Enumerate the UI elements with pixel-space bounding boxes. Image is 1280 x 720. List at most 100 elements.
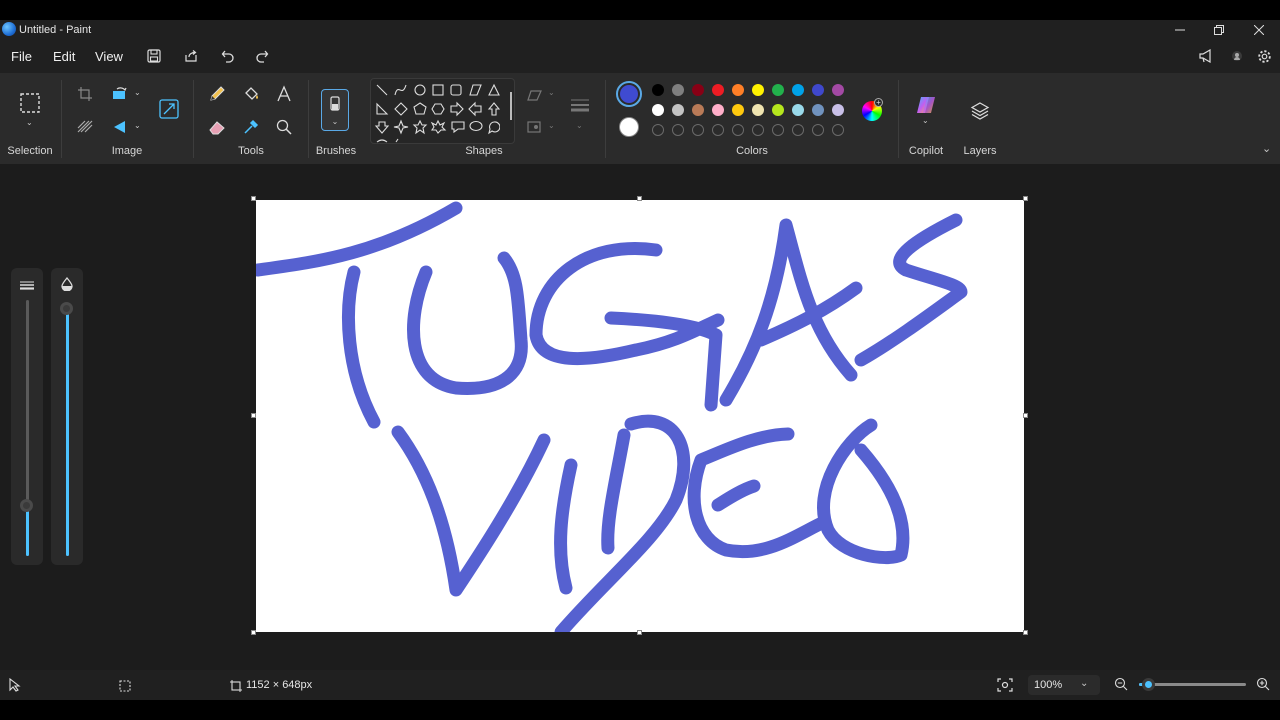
custom-color-slot[interactable] <box>712 124 724 136</box>
restore-button[interactable] <box>1199 20 1239 40</box>
selection-chevron-down-icon[interactable]: ⌄ <box>26 118 33 127</box>
resize-handle-bottom[interactable] <box>637 630 642 635</box>
copilot-icon[interactable] <box>912 92 940 118</box>
zoom-out-icon[interactable] <box>1114 677 1128 696</box>
line-width-icon[interactable] <box>566 92 594 118</box>
menu-file[interactable]: File <box>11 49 32 64</box>
fit-to-window-icon[interactable] <box>997 677 1013 698</box>
close-button[interactable] <box>1239 20 1279 40</box>
custom-color-slot[interactable] <box>752 124 764 136</box>
edit-colors-button[interactable]: + <box>862 98 883 121</box>
custom-color-slot[interactable] <box>812 124 824 136</box>
feedback-icon[interactable] <box>1196 46 1218 66</box>
copilot-chevron-down-icon[interactable]: ⌄ <box>922 116 929 125</box>
shape-outline-icon[interactable] <box>521 82 549 108</box>
outline-chevron-down-icon[interactable]: ⌄ <box>548 88 555 97</box>
zoom-in-icon[interactable] <box>1256 677 1270 696</box>
menu-view[interactable]: View <box>95 49 123 64</box>
palette-color-swatch[interactable] <box>812 104 824 116</box>
color-picker-icon[interactable] <box>237 114 265 140</box>
palette-color-swatch[interactable] <box>752 84 764 96</box>
brushes-button[interactable]: ⌄ <box>321 89 349 131</box>
share-icon[interactable] <box>180 46 202 66</box>
palette-color-swatch[interactable] <box>732 84 744 96</box>
brush-size-thumb[interactable] <box>20 498 33 512</box>
collapse-ribbon-chevron-icon[interactable]: ⌄ <box>1262 142 1271 155</box>
resize-handle-top-left[interactable] <box>251 196 256 201</box>
undo-icon[interactable] <box>217 46 239 66</box>
minimize-button[interactable] <box>1160 20 1200 40</box>
custom-color-slot[interactable] <box>732 124 744 136</box>
opacity-thumb[interactable] <box>60 302 73 315</box>
palette-color-swatch[interactable] <box>652 104 664 116</box>
palette-color-swatch[interactable] <box>832 104 844 116</box>
palette-color-swatch[interactable] <box>772 84 784 96</box>
secondary-color-swatch[interactable] <box>619 117 639 137</box>
window-title: Untitled - Paint <box>19 24 92 36</box>
palette-color-swatch[interactable] <box>792 84 804 96</box>
line-width-chevron-down-icon[interactable]: ⌄ <box>576 121 583 130</box>
resize-handle-top[interactable] <box>637 196 642 201</box>
palette-color-swatch[interactable] <box>672 84 684 96</box>
stroke-o <box>817 418 910 564</box>
rotate-chevron-down-icon[interactable]: ⌄ <box>134 88 141 97</box>
resize-handle-left[interactable] <box>251 413 256 418</box>
palette-color-swatch[interactable] <box>692 104 704 116</box>
magnifier-icon[interactable] <box>270 114 298 140</box>
account-icon[interactable] <box>1226 46 1248 66</box>
drawing-canvas[interactable] <box>256 200 1024 632</box>
palette-color-swatch[interactable] <box>692 84 704 96</box>
copilot-group-label: Copilot <box>908 145 944 157</box>
zoom-slider-track[interactable] <box>1139 683 1246 686</box>
save-icon[interactable] <box>143 46 165 66</box>
zoom-chevron-down-icon[interactable]: ⌄ <box>1080 678 1088 689</box>
custom-color-slot[interactable] <box>832 124 844 136</box>
flip-chevron-down-icon[interactable]: ⌄ <box>134 121 141 130</box>
resize-handle-bottom-left[interactable] <box>251 630 256 635</box>
primary-color-button[interactable] <box>616 81 642 107</box>
paint-app-icon <box>2 22 16 36</box>
resize-handle-top-right[interactable] <box>1023 196 1028 201</box>
bottom-strip <box>0 700 1280 720</box>
flip-icon[interactable] <box>106 114 134 140</box>
text-tool-icon[interactable] <box>270 81 298 107</box>
palette-color-swatch[interactable] <box>652 84 664 96</box>
remove-background-icon[interactable] <box>71 114 99 140</box>
palette-color-swatch[interactable] <box>792 104 804 116</box>
fill-bucket-icon[interactable] <box>237 81 265 107</box>
palette-color-swatch[interactable] <box>672 104 684 116</box>
resize-icon[interactable] <box>155 96 183 122</box>
stroke-s <box>854 213 968 367</box>
resize-handle-bottom-right[interactable] <box>1023 630 1028 635</box>
fill-chevron-down-icon[interactable]: ⌄ <box>548 121 555 130</box>
custom-color-slot[interactable] <box>692 124 704 136</box>
pencil-icon[interactable] <box>203 81 231 107</box>
palette-color-swatch[interactable] <box>752 104 764 116</box>
custom-color-slot[interactable] <box>772 124 784 136</box>
redo-icon[interactable] <box>251 46 273 66</box>
palette-color-swatch[interactable] <box>712 104 724 116</box>
palette-color-swatch[interactable] <box>712 84 724 96</box>
zoom-slider-thumb[interactable] <box>1141 678 1155 691</box>
crop-icon[interactable] <box>71 81 99 107</box>
shapes-gallery-icons[interactable] <box>374 82 500 144</box>
custom-color-slot[interactable] <box>672 124 684 136</box>
palette-color-swatch[interactable] <box>772 104 784 116</box>
brushes-chevron-down-icon[interactable]: ⌄ <box>322 117 348 126</box>
stroke-u <box>407 251 528 395</box>
layers-icon[interactable] <box>966 98 994 124</box>
palette-color-swatch[interactable] <box>812 84 824 96</box>
custom-color-slot[interactable] <box>652 124 664 136</box>
brushes-group-label: Brushes <box>315 145 357 157</box>
palette-color-swatch[interactable] <box>832 84 844 96</box>
shapes-scrollbar[interactable] <box>510 92 512 120</box>
shape-fill-icon[interactable] <box>521 114 549 140</box>
custom-color-slot[interactable] <box>792 124 804 136</box>
rotate-icon[interactable] <box>106 81 134 107</box>
eraser-icon[interactable] <box>203 114 231 140</box>
menu-edit[interactable]: Edit <box>53 49 75 64</box>
palette-color-swatch[interactable] <box>732 104 744 116</box>
settings-gear-icon[interactable] <box>1253 46 1275 66</box>
select-rectangle-icon[interactable] <box>16 90 44 116</box>
resize-handle-right[interactable] <box>1023 413 1028 418</box>
